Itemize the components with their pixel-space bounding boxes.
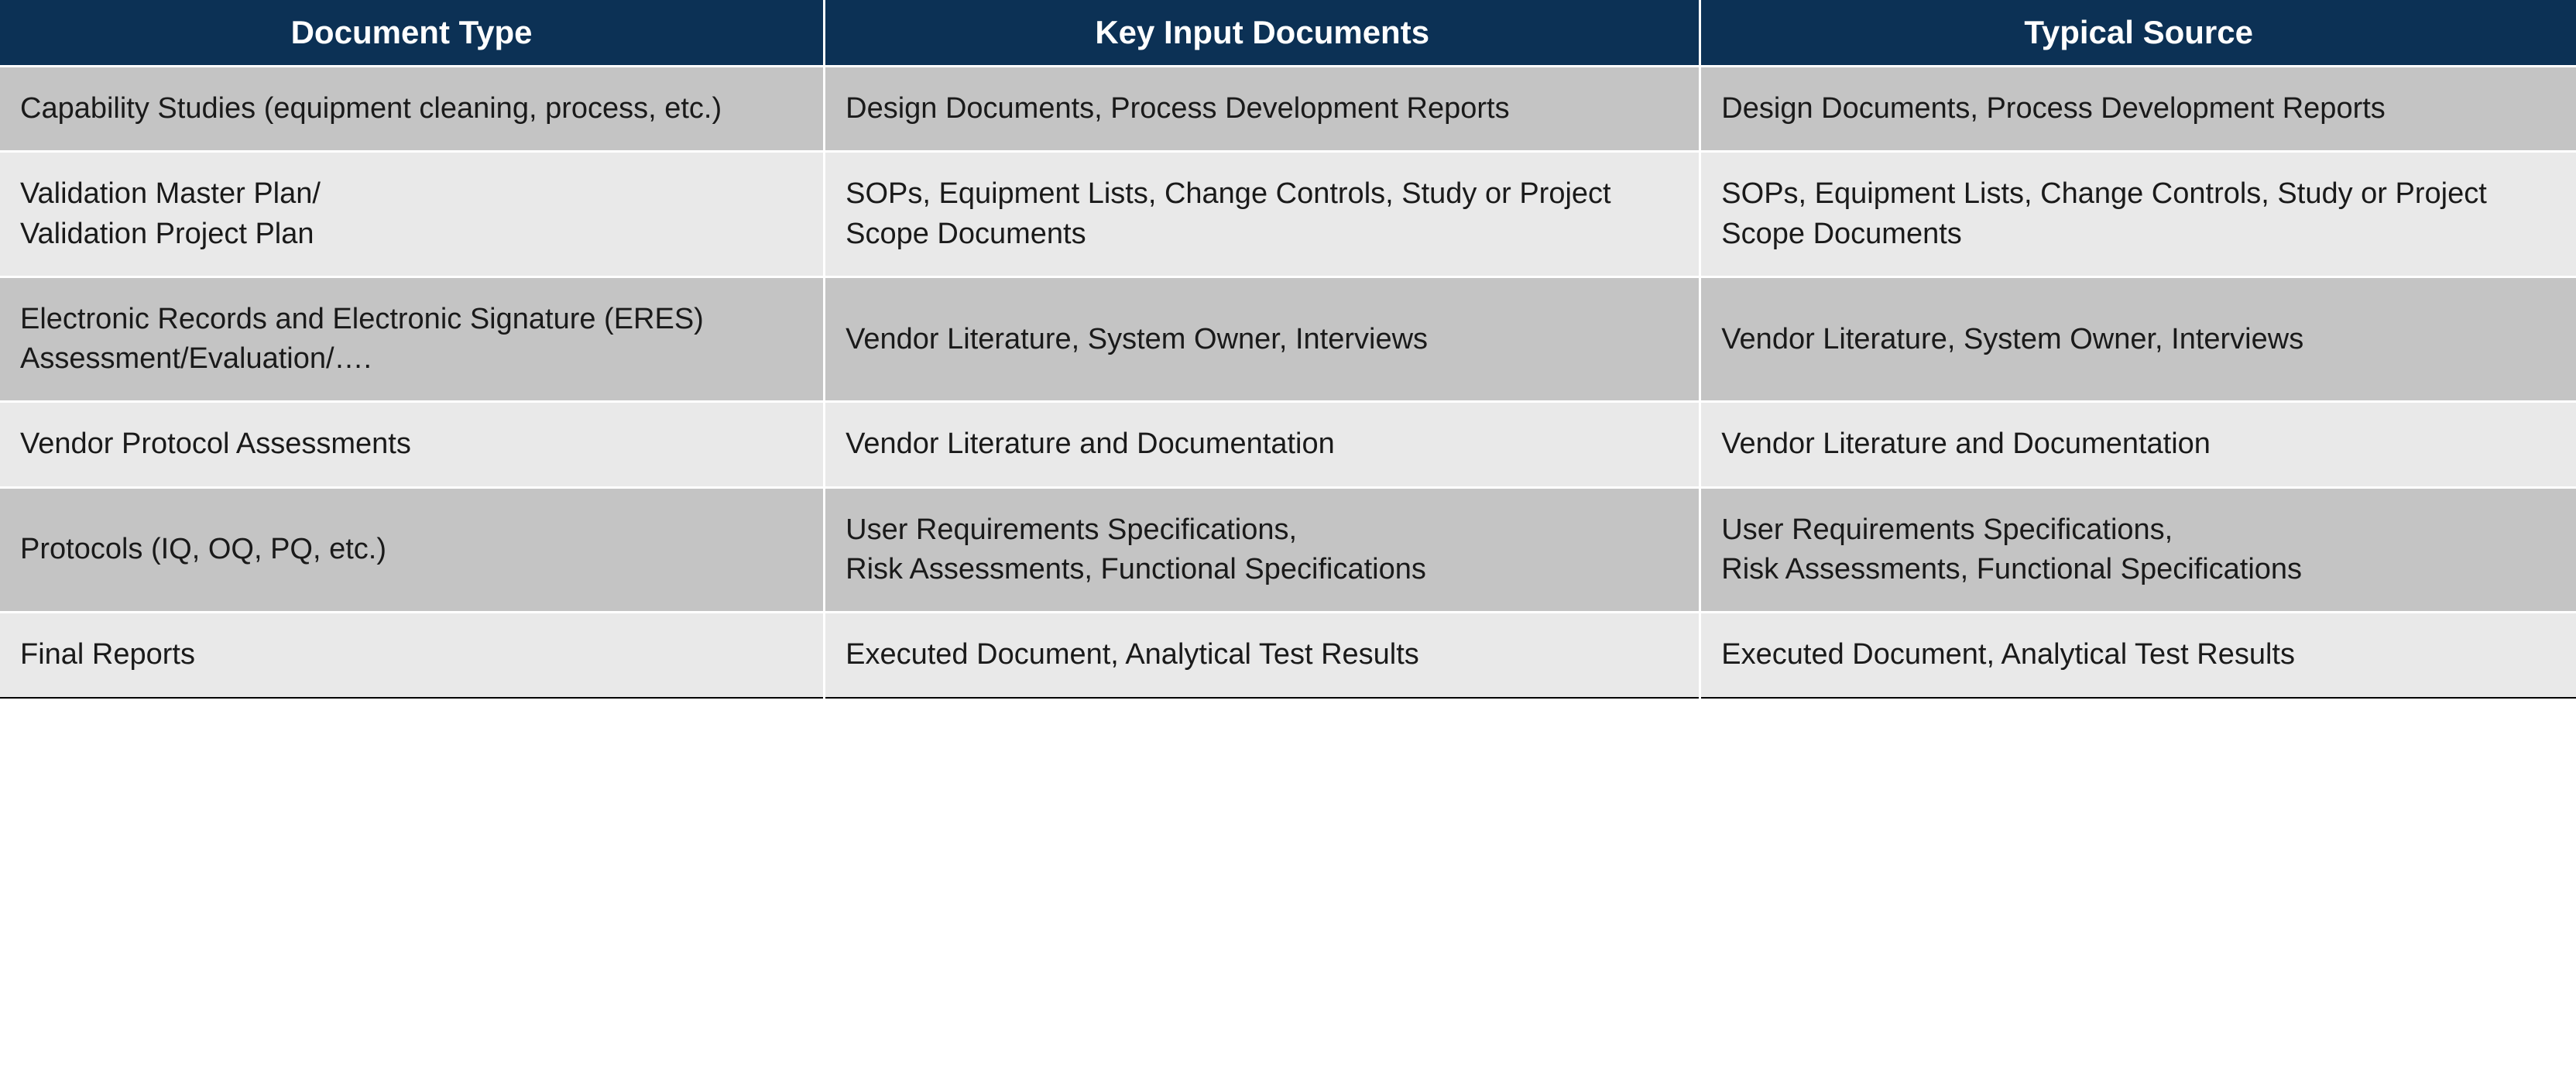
cell-doc-type: Protocols (IQ, OQ, PQ, etc.)	[0, 487, 825, 613]
cell-doc-type: Capability Studies (equipment cleaning, …	[0, 67, 825, 152]
col-header-key-input: Key Input Documents	[825, 0, 1700, 67]
cell-key-input: Vendor Literature, System Owner, Intervi…	[825, 276, 1700, 402]
cell-source: Design Documents, Process Development Re…	[1700, 67, 2576, 152]
col-header-source: Typical Source	[1700, 0, 2576, 67]
table-header-row: Document Type Key Input Documents Typica…	[0, 0, 2576, 67]
cell-source: Vendor Literature and Documentation	[1700, 402, 2576, 487]
cell-source: Executed Document, Analytical Test Resul…	[1700, 613, 2576, 698]
cell-source: User Requirements Specifications,Risk As…	[1700, 487, 2576, 613]
cell-key-input: Vendor Literature and Documentation	[825, 402, 1700, 487]
table-row: Protocols (IQ, OQ, PQ, etc.) User Requir…	[0, 487, 2576, 613]
table-row: Electronic Records and Electronic Signat…	[0, 276, 2576, 402]
cell-source: Vendor Literature, System Owner, Intervi…	[1700, 276, 2576, 402]
cell-key-input: SOPs, Equipment Lists, Change Controls, …	[825, 152, 1700, 277]
cell-key-input: Design Documents, Process Development Re…	[825, 67, 1700, 152]
cell-doc-type: Validation Master Plan/Validation Projec…	[0, 152, 825, 277]
table-row: Vendor Protocol Assessments Vendor Liter…	[0, 402, 2576, 487]
cell-source: SOPs, Equipment Lists, Change Controls, …	[1700, 152, 2576, 277]
cell-key-input: Executed Document, Analytical Test Resul…	[825, 613, 1700, 698]
documents-table: Document Type Key Input Documents Typica…	[0, 0, 2576, 699]
table-row: Capability Studies (equipment cleaning, …	[0, 67, 2576, 152]
col-header-doc-type: Document Type	[0, 0, 825, 67]
table-row: Validation Master Plan/Validation Projec…	[0, 152, 2576, 277]
table-row: Final Reports Executed Document, Analyti…	[0, 613, 2576, 698]
cell-key-input: User Requirements Specifications,Risk As…	[825, 487, 1700, 613]
cell-doc-type: Final Reports	[0, 613, 825, 698]
cell-doc-type: Vendor Protocol Assessments	[0, 402, 825, 487]
cell-doc-type: Electronic Records and Electronic Signat…	[0, 276, 825, 402]
